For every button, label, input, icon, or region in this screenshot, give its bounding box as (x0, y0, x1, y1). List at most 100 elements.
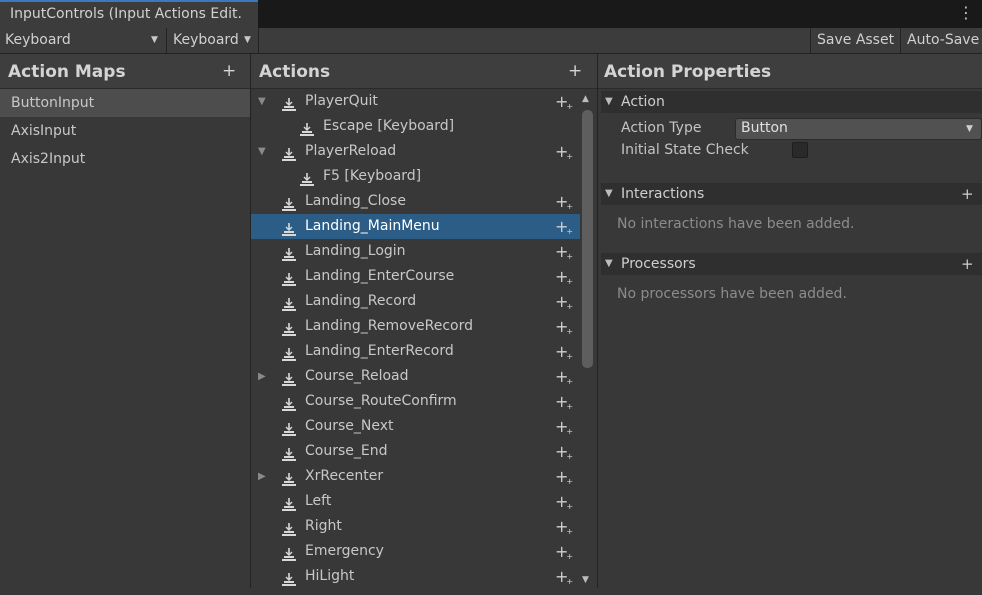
scroll-down-icon[interactable]: ▼ (582, 575, 589, 585)
action-label: PlayerQuit (305, 93, 378, 109)
action-label: Course_Reload (305, 368, 409, 384)
control-scheme-value: Keyboard (5, 32, 71, 48)
action-type-value: Button (741, 120, 788, 136)
interactions-empty-message: No interactions have been added. (617, 216, 855, 232)
action-row[interactable]: Course_End ++ (251, 439, 580, 464)
binding-row[interactable]: Escape [Keyboard] (251, 114, 580, 139)
action-map-item[interactable]: AxisInput (0, 117, 250, 145)
action-icon (282, 95, 296, 111)
control-scheme-dropdown[interactable]: Keyboard ▼ (5, 28, 165, 53)
foldout-expanded-icon: ▼ (605, 96, 613, 107)
editor-tab[interactable]: InputControls (Input Actions Edit. (0, 0, 258, 28)
action-label: Left (305, 493, 332, 509)
binding-icon (300, 120, 314, 136)
action-label: PlayerReload (305, 143, 397, 159)
action-map-item[interactable]: ButtonInput (0, 89, 250, 117)
action-icon (282, 420, 296, 436)
action-icon (282, 520, 296, 536)
foldout-expanded-icon[interactable]: ▼ (258, 89, 266, 114)
foldout-expanded-icon: ▼ (605, 188, 613, 199)
scroll-up-icon[interactable]: ▲ (582, 94, 589, 104)
add-action-map-button[interactable]: + (222, 61, 236, 81)
action-type-label: Action Type (621, 120, 702, 136)
action-icon (282, 395, 296, 411)
action-row[interactable]: Left ++ (251, 489, 580, 514)
action-row[interactable]: Landing_RemoveRecord ++ (251, 314, 580, 339)
toolbar-divider (258, 28, 259, 53)
binding-row[interactable]: F5 [Keyboard] (251, 164, 580, 189)
action-row[interactable]: ▶ XrRecenter ++ (251, 464, 580, 489)
save-asset-button[interactable]: Save Asset (810, 28, 900, 53)
action-icon (282, 545, 296, 561)
action-properties-title: Action Properties (604, 62, 772, 82)
foldout-collapsed-icon[interactable]: ▶ (258, 464, 266, 489)
action-label: Landing_EnterCourse (305, 268, 455, 284)
action-label: XrRecenter (305, 468, 384, 484)
add-binding-icon[interactable]: ++ (555, 564, 573, 594)
device-value: Keyboard (173, 32, 239, 48)
kebab-menu-icon[interactable]: ⋮ (958, 3, 974, 22)
action-row[interactable]: Landing_MainMenu ++ (251, 214, 580, 239)
interactions-section-header[interactable]: ▼ Interactions + (601, 183, 982, 205)
initial-state-checkbox[interactable] (792, 142, 808, 158)
action-row[interactable]: Landing_Record ++ (251, 289, 580, 314)
add-processor-button[interactable]: + (961, 253, 974, 275)
chevron-down-icon: ▼ (151, 35, 158, 45)
processors-section-header[interactable]: ▼ Processors + (601, 253, 982, 275)
action-row[interactable]: Landing_EnterRecord ++ (251, 339, 580, 364)
add-interaction-button[interactable]: + (961, 183, 974, 205)
foldout-expanded-icon[interactable]: ▼ (258, 139, 266, 164)
scrollbar-thumb[interactable] (582, 110, 593, 368)
actions-pane: Actions + ▼ PlayerQuit ++ Escape [Keyboard]… (251, 54, 597, 588)
action-icon (282, 320, 296, 336)
action-label: Course_RouteConfirm (305, 393, 457, 409)
auto-save-toggle[interactable]: Auto-Save (900, 28, 982, 53)
action-label: Course_Next (305, 418, 394, 434)
action-row[interactable]: Course_Next ++ (251, 414, 580, 439)
editor-tab-label: InputControls (Input Actions Edit. (10, 6, 242, 22)
actions-header: Actions + (251, 54, 597, 89)
action-label: Landing_Record (305, 293, 417, 309)
action-row[interactable]: HiLight ++ (251, 564, 580, 589)
action-row[interactable]: Landing_Close ++ (251, 189, 580, 214)
action-icon (282, 445, 296, 461)
action-label: Landing_EnterRecord (305, 343, 454, 359)
action-label: Right (305, 518, 342, 534)
action-label: Landing_RemoveRecord (305, 318, 473, 334)
action-label: Course_End (305, 443, 388, 459)
action-section-header[interactable]: ▼ Action (601, 91, 982, 113)
action-label: Landing_Close (305, 193, 406, 209)
action-row[interactable]: Right ++ (251, 514, 580, 539)
action-row[interactable]: Landing_Login ++ (251, 239, 580, 264)
action-icon (282, 270, 296, 286)
add-action-button[interactable]: + (568, 61, 582, 81)
action-properties-pane: Action Properties ▼ Action Action Type B… (598, 54, 982, 588)
action-row[interactable]: ▼ PlayerQuit ++ (251, 89, 580, 114)
action-type-dropdown[interactable]: Button ▼ (735, 118, 982, 140)
action-map-item[interactable]: Axis2Input (0, 145, 250, 173)
toolbar-divider (166, 28, 167, 53)
processors-section-title: Processors (621, 256, 696, 272)
action-icon (282, 220, 296, 236)
action-properties-header: Action Properties (598, 54, 982, 89)
action-row[interactable]: Course_RouteConfirm ++ (251, 389, 580, 414)
action-row[interactable]: Landing_EnterCourse ++ (251, 264, 580, 289)
action-maps-header: Action Maps + (0, 54, 250, 89)
foldout-expanded-icon: ▼ (605, 258, 613, 269)
action-section-title: Action (621, 94, 665, 110)
action-row[interactable]: ▼ PlayerReload ++ (251, 139, 580, 164)
action-label: Emergency (305, 543, 384, 559)
action-maps-title: Action Maps (8, 62, 126, 82)
actions-title: Actions (259, 62, 331, 82)
action-icon (282, 470, 296, 486)
action-row[interactable]: Emergency ++ (251, 539, 580, 564)
foldout-collapsed-icon[interactable]: ▶ (258, 364, 266, 389)
binding-label: F5 [Keyboard] (323, 168, 422, 184)
action-row[interactable]: ▶ Course_Reload ++ (251, 364, 580, 389)
device-dropdown[interactable]: Keyboard ▼ (173, 28, 258, 53)
chevron-down-icon: ▼ (966, 124, 973, 134)
action-icon (282, 570, 296, 586)
binding-icon (300, 170, 314, 186)
action-label: Landing_MainMenu (305, 218, 440, 234)
action-icon (282, 195, 296, 211)
